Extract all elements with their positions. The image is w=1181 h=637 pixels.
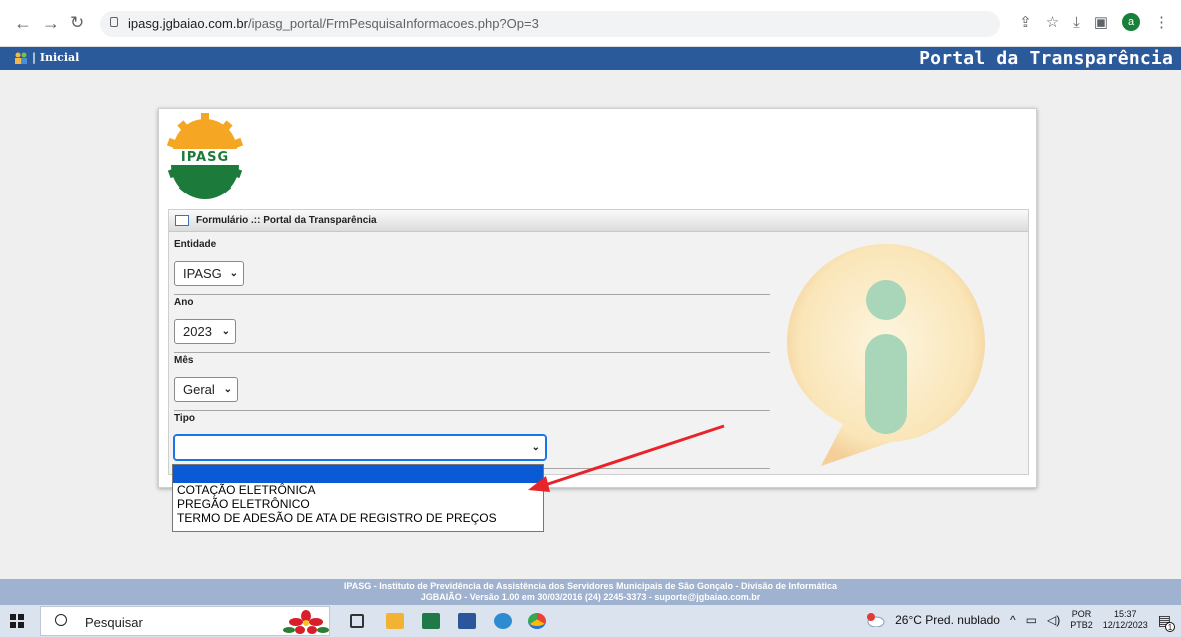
dropdown-option-pregao[interactable]: PREGÃO ELETRÔNICO	[173, 497, 543, 511]
address-bar[interactable]: ipasg.jgbaiao.com.br/ipasg_portal/FrmPes…	[100, 11, 1000, 37]
mes-label: Mês	[174, 355, 194, 366]
excel-icon[interactable]	[422, 613, 440, 629]
entidade-select[interactable]: IPASG ⌄	[174, 261, 244, 286]
divider	[174, 410, 770, 411]
file-explorer-icon[interactable]	[386, 613, 404, 629]
clock[interactable]: 15:37 12/12/2023	[1103, 609, 1148, 631]
users-icon	[15, 52, 27, 64]
weather-icon[interactable]	[865, 613, 885, 628]
info-watermark-icon	[787, 244, 985, 466]
share-icon[interactable]: ⇪	[1019, 13, 1032, 31]
teams-icon[interactable]	[494, 613, 512, 629]
search-icon	[55, 614, 67, 626]
mes-select[interactable]: Geral ⌄	[174, 377, 238, 402]
dropdown-option-termo[interactable]: TERMO DE ADESÃO DE ATA DE REGISTRO DE PR…	[173, 511, 543, 525]
network-icon[interactable]: ▭	[1026, 613, 1037, 627]
tipo-label: Tipo	[174, 413, 195, 424]
browser-toolbar: ← → ↻ ipasg.jgbaiao.com.br/ipasg_portal/…	[0, 0, 1181, 47]
notification-icon[interactable]: ▤ 1	[1158, 612, 1175, 632]
system-tray: 26°C Pred. nublado ^ ▭ ◁) POR PTB2 15:37…	[865, 609, 1175, 632]
chevron-up-icon[interactable]: ^	[1010, 613, 1016, 627]
home-label: | Inicial	[32, 51, 80, 64]
sidepanel-icon[interactable]: ▣	[1094, 13, 1108, 31]
chrome-icon[interactable]	[528, 613, 546, 629]
ipasg-logo-text: IPASG	[181, 150, 229, 163]
back-icon[interactable]: ←	[14, 14, 32, 32]
footer-line-2: JGBAIÃO - Versão 1.00 em 30/03/2016 (24)…	[420, 592, 761, 602]
dropdown-option-blank[interactable]	[173, 465, 543, 483]
avatar[interactable]: a	[1122, 13, 1140, 31]
divider	[174, 352, 770, 353]
chevron-down-icon: ⌄	[229, 268, 238, 279]
volume-icon[interactable]: ◁)	[1047, 613, 1060, 627]
star-icon[interactable]: ☆	[1046, 13, 1059, 31]
ano-select[interactable]: 2023 ⌄	[174, 319, 236, 344]
task-view-icon[interactable]	[350, 614, 364, 628]
portal-title: Portal da Transparência	[919, 48, 1173, 69]
poinsettia-icon	[283, 610, 329, 634]
svg-text:IPASG: IPASG	[181, 150, 229, 163]
form-title: Formulário .:: Portal da Transparência	[196, 215, 377, 226]
form-header: Formulário .:: Portal da Transparência	[169, 210, 1028, 232]
reload-icon[interactable]: ↻	[70, 14, 84, 32]
windows-start-icon[interactable]	[10, 614, 24, 628]
taskbar: Pesquisar 26°C Pred. nublado ^ ▭ ◁) POR	[0, 605, 1181, 637]
window-icon	[175, 215, 189, 226]
forward-icon[interactable]: →	[42, 14, 60, 32]
ano-label: Ano	[174, 297, 194, 308]
entidade-label: Entidade	[174, 239, 217, 250]
tipo-dropdown-list: COTAÇÃO ELETRÔNICA PREGÃO ELETRÔNICO TER…	[172, 464, 544, 532]
chevron-down-icon: ⌄	[221, 326, 230, 337]
tipo-select[interactable]: ⌄	[173, 434, 547, 461]
footer-line-1: IPASG - Instituto de Previdência de Assi…	[343, 581, 838, 591]
divider	[174, 294, 770, 295]
taskbar-search[interactable]: Pesquisar	[40, 606, 330, 636]
download-icon[interactable]: ⤓	[1073, 14, 1080, 31]
page-footer: IPASG - Instituto de Previdência de Assi…	[0, 579, 1181, 605]
chevron-down-icon: ⌄	[223, 384, 232, 395]
menu-icon[interactable]: ⋮	[1154, 13, 1169, 31]
language-indicator[interactable]: POR PTB2	[1070, 609, 1093, 631]
word-icon[interactable]	[458, 613, 476, 629]
home-link[interactable]: | Inicial	[14, 51, 79, 64]
dropdown-option-cotacao[interactable]: COTAÇÃO ELETRÔNICA	[173, 483, 543, 497]
url-text: ipasg.jgbaiao.com.br/ipasg_portal/FrmPes…	[128, 16, 539, 31]
weather-text[interactable]: 26°C Pred. nublado	[895, 613, 1000, 627]
annotation-arrow	[528, 424, 725, 492]
lock-icon	[110, 17, 118, 27]
app-header: | Inicial Portal da Transparência	[0, 47, 1181, 70]
